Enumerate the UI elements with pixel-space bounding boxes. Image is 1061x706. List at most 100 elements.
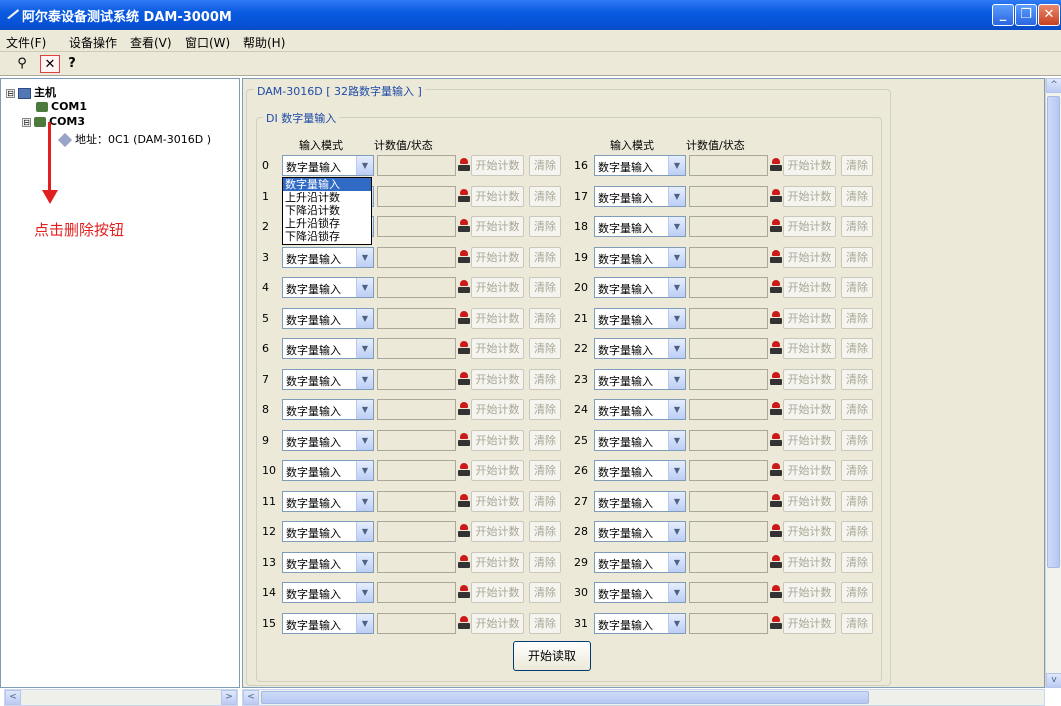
- start-count-button[interactable]: 开始计数: [471, 399, 524, 420]
- clear-button[interactable]: 清除: [841, 552, 873, 573]
- start-count-button[interactable]: 开始计数: [471, 582, 524, 603]
- input-mode-select[interactable]: 数字量输入 ▼: [594, 460, 686, 481]
- start-count-button[interactable]: 开始计数: [471, 247, 524, 268]
- chevron-down-icon[interactable]: ▼: [668, 400, 685, 419]
- input-mode-select[interactable]: 数字量输入 ▼: [594, 430, 686, 451]
- chevron-down-icon[interactable]: ▼: [668, 187, 685, 206]
- dropdown-option[interactable]: 上升沿锁存: [283, 217, 371, 230]
- chevron-down-icon[interactable]: ▼: [668, 614, 685, 633]
- start-count-button[interactable]: 开始计数: [783, 460, 836, 481]
- dropdown-option[interactable]: 上升沿计数: [283, 191, 371, 204]
- scroll-right-button[interactable]: >: [221, 690, 237, 705]
- input-mode-select[interactable]: 数字量输入 ▼: [282, 552, 374, 573]
- input-mode-select[interactable]: 数字量输入 ▼: [594, 613, 686, 634]
- tree-item-device[interactable]: 地址：0C1 (DAM-3016D ): [57, 131, 211, 148]
- minimize-button[interactable]: _: [992, 4, 1014, 26]
- input-mode-select[interactable]: 数字量输入 ▼: [594, 582, 686, 603]
- clear-button[interactable]: 清除: [529, 247, 561, 268]
- clear-button[interactable]: 清除: [529, 399, 561, 420]
- clear-button[interactable]: 清除: [529, 338, 561, 359]
- start-count-button[interactable]: 开始计数: [783, 338, 836, 359]
- chevron-down-icon[interactable]: ▼: [356, 431, 373, 450]
- chevron-down-icon[interactable]: ▼: [668, 492, 685, 511]
- clear-button[interactable]: 清除: [841, 399, 873, 420]
- start-count-button[interactable]: 开始计数: [783, 247, 836, 268]
- input-mode-select[interactable]: 数字量输入 ▼: [594, 369, 686, 390]
- chevron-down-icon[interactable]: ▼: [668, 461, 685, 480]
- start-count-button[interactable]: 开始计数: [783, 552, 836, 573]
- start-count-button[interactable]: 开始计数: [783, 186, 836, 207]
- chevron-down-icon[interactable]: ▼: [356, 583, 373, 602]
- chevron-down-icon[interactable]: ▼: [356, 370, 373, 389]
- menu-device[interactable]: 设备操作: [69, 34, 117, 51]
- dropdown-option[interactable]: 下降沿计数: [283, 204, 371, 217]
- clear-button[interactable]: 清除: [529, 369, 561, 390]
- chevron-down-icon[interactable]: ▼: [668, 339, 685, 358]
- dropdown-option[interactable]: 数字量输入: [283, 178, 371, 191]
- start-count-button[interactable]: 开始计数: [471, 369, 524, 390]
- clear-button[interactable]: 清除: [841, 491, 873, 512]
- start-count-button[interactable]: 开始计数: [783, 216, 836, 237]
- start-count-button[interactable]: 开始计数: [471, 186, 524, 207]
- input-mode-select[interactable]: 数字量输入 ▼: [282, 460, 374, 481]
- start-count-button[interactable]: 开始计数: [783, 308, 836, 329]
- clear-button[interactable]: 清除: [841, 582, 873, 603]
- chevron-down-icon[interactable]: ▼: [356, 400, 373, 419]
- input-mode-select[interactable]: 数字量输入 ▼: [594, 308, 686, 329]
- start-count-button[interactable]: 开始计数: [783, 399, 836, 420]
- tree-item-host[interactable]: ⊟ 主机: [6, 84, 56, 100]
- input-mode-select[interactable]: 数字量输入 ▼: [594, 552, 686, 573]
- start-count-button[interactable]: 开始计数: [471, 491, 524, 512]
- start-count-button[interactable]: 开始计数: [783, 613, 836, 634]
- chevron-down-icon[interactable]: ▼: [356, 492, 373, 511]
- vscroll-thumb[interactable]: [1047, 96, 1060, 568]
- input-mode-select[interactable]: 数字量输入 ▼: [594, 216, 686, 237]
- start-count-button[interactable]: 开始计数: [471, 277, 524, 298]
- start-count-button[interactable]: 开始计数: [471, 521, 524, 542]
- input-mode-select[interactable]: 数字量输入 ▼: [282, 613, 374, 634]
- start-read-button[interactable]: 开始读取: [513, 641, 591, 671]
- clear-button[interactable]: 清除: [529, 491, 561, 512]
- menu-window[interactable]: 窗口(W): [185, 34, 230, 51]
- input-mode-select[interactable]: 数字量输入 ▼: [594, 247, 686, 268]
- clear-button[interactable]: 清除: [529, 552, 561, 573]
- start-count-button[interactable]: 开始计数: [471, 613, 524, 634]
- input-mode-select[interactable]: 数字量输入 ▼: [594, 155, 686, 176]
- input-mode-select[interactable]: 数字量输入 ▼: [282, 277, 374, 298]
- start-count-button[interactable]: 开始计数: [471, 308, 524, 329]
- start-count-button[interactable]: 开始计数: [471, 552, 524, 573]
- chevron-down-icon[interactable]: ▼: [356, 156, 373, 175]
- input-mode-select[interactable]: 数字量输入 ▼: [282, 582, 374, 603]
- clear-button[interactable]: 清除: [841, 613, 873, 634]
- start-count-button[interactable]: 开始计数: [783, 155, 836, 176]
- tree-hscrollbar[interactable]: < >: [4, 689, 238, 706]
- input-mode-select[interactable]: 数字量输入 ▼: [282, 338, 374, 359]
- chevron-down-icon[interactable]: ▼: [668, 309, 685, 328]
- dropdown-option[interactable]: 下降沿锁存: [283, 230, 371, 243]
- scroll-down-button[interactable]: v: [1046, 673, 1061, 688]
- search-icon[interactable]: ⚲: [12, 55, 32, 73]
- chevron-down-icon[interactable]: ▼: [668, 370, 685, 389]
- close-button[interactable]: ✕: [1038, 4, 1060, 26]
- clear-button[interactable]: 清除: [841, 247, 873, 268]
- clear-button[interactable]: 清除: [841, 460, 873, 481]
- chevron-down-icon[interactable]: ▼: [356, 278, 373, 297]
- clear-button[interactable]: 清除: [841, 186, 873, 207]
- scroll-left-button[interactable]: <: [243, 690, 259, 705]
- tree-item-com1[interactable]: COM1: [36, 100, 87, 113]
- collapse-icon[interactable]: ⊟: [6, 88, 15, 98]
- chevron-down-icon[interactable]: ▼: [356, 553, 373, 572]
- chevron-down-icon[interactable]: ▼: [668, 553, 685, 572]
- menu-help[interactable]: 帮助(H): [243, 34, 285, 51]
- input-mode-select[interactable]: 数字量输入 ▼: [594, 277, 686, 298]
- input-mode-select[interactable]: 数字量输入 ▼: [594, 186, 686, 207]
- chevron-down-icon[interactable]: ▼: [668, 156, 685, 175]
- start-count-button[interactable]: 开始计数: [783, 430, 836, 451]
- input-mode-select[interactable]: 数字量输入 ▼: [282, 155, 374, 176]
- main-vscrollbar[interactable]: ^ v: [1045, 78, 1061, 688]
- chevron-down-icon[interactable]: ▼: [356, 461, 373, 480]
- scroll-up-button[interactable]: ^: [1046, 78, 1061, 93]
- start-count-button[interactable]: 开始计数: [471, 338, 524, 359]
- hscroll-thumb[interactable]: [261, 691, 869, 704]
- chevron-down-icon[interactable]: ▼: [356, 522, 373, 541]
